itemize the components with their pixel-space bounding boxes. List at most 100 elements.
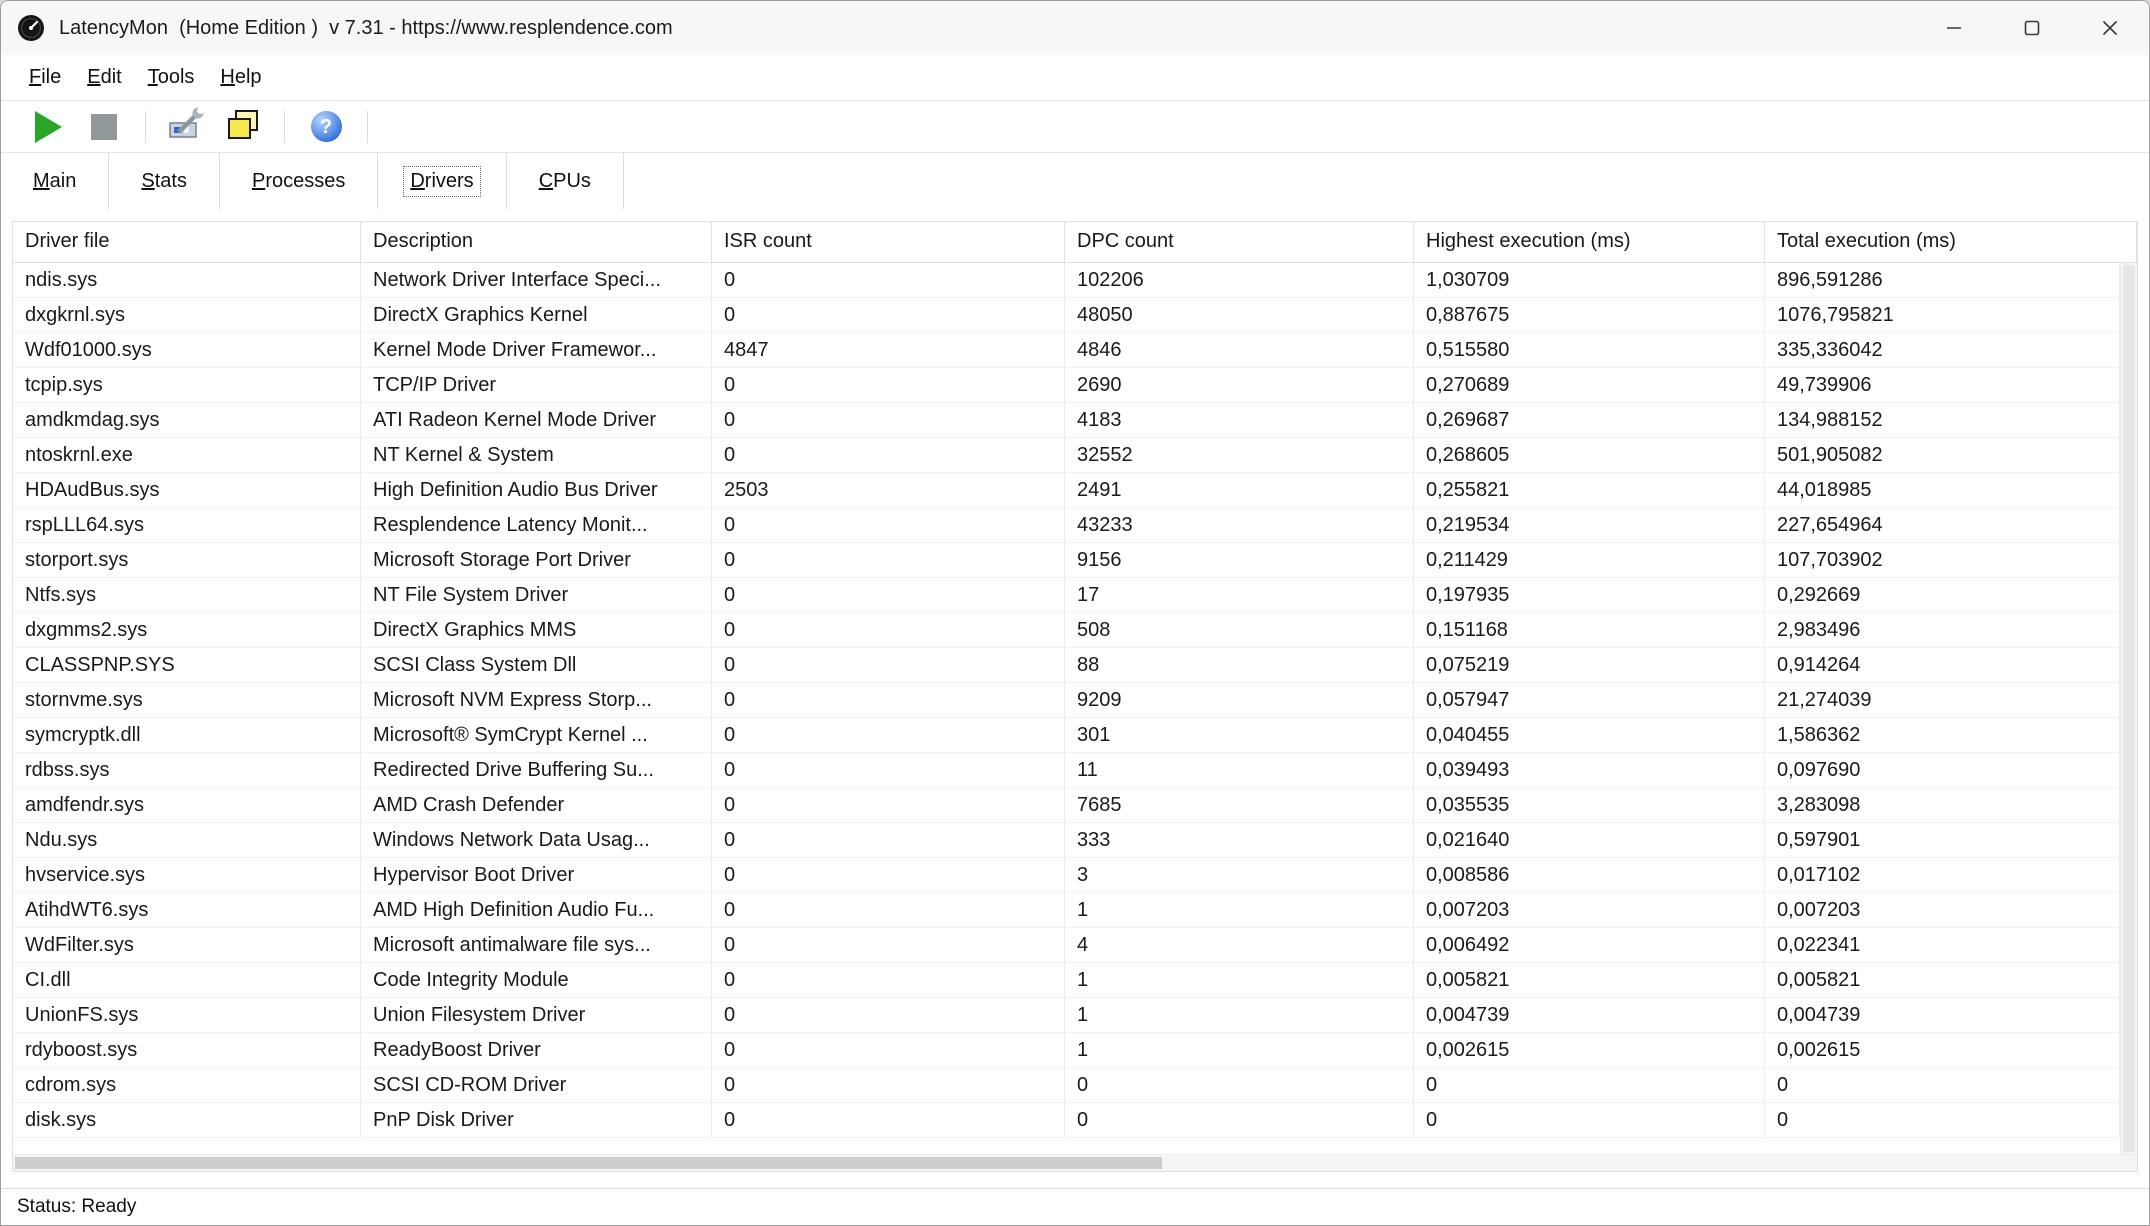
menu-item-edit[interactable]: Edit xyxy=(74,62,134,93)
tab-cpus[interactable]: CPUs xyxy=(507,153,624,209)
cell: rdyboost.sys xyxy=(13,1033,361,1067)
cell: 32552 xyxy=(1065,438,1414,472)
tab-label: CPUs xyxy=(533,167,597,196)
table-row-cdrom.sys[interactable]: cdrom.sysSCSI CD-ROM Driver0000 xyxy=(13,1068,2120,1103)
help-button[interactable]: ? xyxy=(303,106,349,148)
tab-label: Stats xyxy=(135,167,193,196)
cell: 0 xyxy=(712,963,1065,997)
cell: 0,197935 xyxy=(1414,578,1765,612)
cell: 333 xyxy=(1065,823,1414,857)
table-row-amdfendr.sys[interactable]: amdfendr.sysAMD Crash Defender076850,035… xyxy=(13,788,2120,823)
table-row-ntoskrnl.exe[interactable]: ntoskrnl.exeNT Kernel & System0325520,26… xyxy=(13,438,2120,473)
table-row-AtihdWT6.sys[interactable]: AtihdWT6.sysAMD High Definition Audio Fu… xyxy=(13,893,2120,928)
cell: 0 xyxy=(712,438,1065,472)
app-icon[interactable] xyxy=(17,14,45,42)
table-row-rspLLL64.sys[interactable]: rspLLL64.sysResplendence Latency Monit..… xyxy=(13,508,2120,543)
table-row-amdkmdag.sys[interactable]: amdkmdag.sysATI Radeon Kernel Mode Drive… xyxy=(13,403,2120,438)
table-row-WdFilter.sys[interactable]: WdFilter.sysMicrosoft antimalware file s… xyxy=(13,928,2120,963)
cell: AtihdWT6.sys xyxy=(13,893,361,927)
horizontal-scrollbar-thumb[interactable] xyxy=(15,1157,1162,1169)
cell: ndis.sys xyxy=(13,263,361,297)
cell: 0 xyxy=(1765,1103,2120,1137)
cell: 1,586362 xyxy=(1765,718,2120,752)
menu-item-help[interactable]: Help xyxy=(207,62,274,93)
cell: disk.sys xyxy=(13,1103,361,1137)
window-title: LatencyMon (Home Edition ) v 7.31 - http… xyxy=(59,17,1915,40)
cell: 11 xyxy=(1065,753,1414,787)
maximize-button[interactable] xyxy=(1993,1,2071,55)
tab-label: Drivers xyxy=(404,167,479,196)
status-bar: Status: Ready xyxy=(1,1188,2149,1225)
close-button[interactable] xyxy=(2071,1,2149,55)
vertical-scrollbar[interactable] xyxy=(2120,263,2137,1154)
cell: 0 xyxy=(1414,1068,1765,1102)
table-row-CLASSPNP.SYS[interactable]: CLASSPNP.SYSSCSI Class System Dll0880,07… xyxy=(13,648,2120,683)
tab-processes[interactable]: Processes xyxy=(220,153,378,209)
table-row-CI.dll[interactable]: CI.dllCode Integrity Module010,0058210,0… xyxy=(13,963,2120,998)
driver-options-button[interactable] xyxy=(164,106,210,148)
column-header-dpc-count[interactable]: DPC count xyxy=(1065,222,1414,262)
stack-windows-button[interactable] xyxy=(220,106,266,148)
table-row-hvservice.sys[interactable]: hvservice.sysHypervisor Boot Driver030,0… xyxy=(13,858,2120,893)
table-row-tcpip.sys[interactable]: tcpip.sysTCP/IP Driver026900,27068949,73… xyxy=(13,368,2120,403)
cell: rspLLL64.sys xyxy=(13,508,361,542)
vertical-scrollbar-thumb[interactable] xyxy=(2123,265,2135,1152)
cell: 7685 xyxy=(1065,788,1414,822)
table-row-symcryptk.dll[interactable]: symcryptk.dllMicrosoft® SymCrypt Kernel … xyxy=(13,718,2120,753)
cell: 1 xyxy=(1065,1033,1414,1067)
table-row-Ndu.sys[interactable]: Ndu.sysWindows Network Data Usag...03330… xyxy=(13,823,2120,858)
cell: High Definition Audio Bus Driver xyxy=(361,473,712,507)
cell: AMD High Definition Audio Fu... xyxy=(361,893,712,927)
table-row-Wdf01000.sys[interactable]: Wdf01000.sysKernel Mode Driver Framewor.… xyxy=(13,333,2120,368)
cell: 49,739906 xyxy=(1765,368,2120,402)
table-row-rdbss.sys[interactable]: rdbss.sysRedirected Drive Buffering Su..… xyxy=(13,753,2120,788)
tab-main[interactable]: Main xyxy=(1,153,109,209)
tab-bar: Main Stats Processes Drivers CPUs xyxy=(1,153,2149,209)
cell: 3,283098 xyxy=(1765,788,2120,822)
cell: 0 xyxy=(1414,1103,1765,1137)
table-row-dxgkrnl.sys[interactable]: dxgkrnl.sysDirectX Graphics Kernel048050… xyxy=(13,298,2120,333)
table-row-dxgmms2.sys[interactable]: dxgmms2.sysDirectX Graphics MMS05080,151… xyxy=(13,613,2120,648)
column-header-total-execution-ms[interactable]: Total execution (ms) xyxy=(1765,222,2137,262)
table-row-stornvme.sys[interactable]: stornvme.sysMicrosoft NVM Express Storp.… xyxy=(13,683,2120,718)
column-header-isr-count[interactable]: ISR count xyxy=(712,222,1065,262)
cell: 0 xyxy=(712,788,1065,822)
column-header-description[interactable]: Description xyxy=(361,222,712,262)
table-row-HDAudBus.sys[interactable]: HDAudBus.sysHigh Definition Audio Bus Dr… xyxy=(13,473,2120,508)
table-row-ndis.sys[interactable]: ndis.sysNetwork Driver Interface Speci..… xyxy=(13,263,2120,298)
cell: SCSI CD-ROM Driver xyxy=(361,1068,712,1102)
cell: 0 xyxy=(712,718,1065,752)
cell: 102206 xyxy=(1065,263,1414,297)
cell: 0,008586 xyxy=(1414,858,1765,892)
cell: 0 xyxy=(712,893,1065,927)
cell: dxgkrnl.sys xyxy=(13,298,361,332)
start-monitor-button[interactable] xyxy=(25,106,71,148)
tab-stats[interactable]: Stats xyxy=(109,153,220,209)
table-row-storport.sys[interactable]: storport.sysMicrosoft Storage Port Drive… xyxy=(13,543,2120,578)
cell: 0 xyxy=(712,1033,1065,1067)
table-row-Ntfs.sys[interactable]: Ntfs.sysNT File System Driver0170,197935… xyxy=(13,578,2120,613)
cell: 0 xyxy=(712,263,1065,297)
cell: 0,270689 xyxy=(1414,368,1765,402)
column-header-driver-file[interactable]: Driver file xyxy=(13,222,361,262)
tab-drivers[interactable]: Drivers xyxy=(378,153,506,209)
cell: 0 xyxy=(712,508,1065,542)
title-bar[interactable]: LatencyMon (Home Edition ) v 7.31 - http… xyxy=(1,1,2149,55)
table-body: ndis.sysNetwork Driver Interface Speci..… xyxy=(13,263,2120,1154)
horizontal-scrollbar[interactable] xyxy=(13,1154,2137,1171)
tab-label: Processes xyxy=(246,167,351,196)
table-row-UnionFS.sys[interactable]: UnionFS.sysUnion Filesystem Driver010,00… xyxy=(13,998,2120,1033)
menu-item-file[interactable]: File xyxy=(16,62,74,93)
stop-monitor-button[interactable] xyxy=(81,106,127,148)
cell: 0,004739 xyxy=(1765,998,2120,1032)
table-row-rdyboost.sys[interactable]: rdyboost.sysReadyBoost Driver010,0026150… xyxy=(13,1033,2120,1068)
cell: 4183 xyxy=(1065,403,1414,437)
menu-item-tools[interactable]: Tools xyxy=(135,62,208,93)
cell: 0 xyxy=(712,858,1065,892)
column-header-highest-execution-ms[interactable]: Highest execution (ms) xyxy=(1414,222,1765,262)
cell: 0,035535 xyxy=(1414,788,1765,822)
minimize-button[interactable] xyxy=(1915,1,1993,55)
cell: DirectX Graphics MMS xyxy=(361,613,712,647)
table-row-disk.sys[interactable]: disk.sysPnP Disk Driver0000 xyxy=(13,1103,2120,1138)
cell: 2503 xyxy=(712,473,1065,507)
